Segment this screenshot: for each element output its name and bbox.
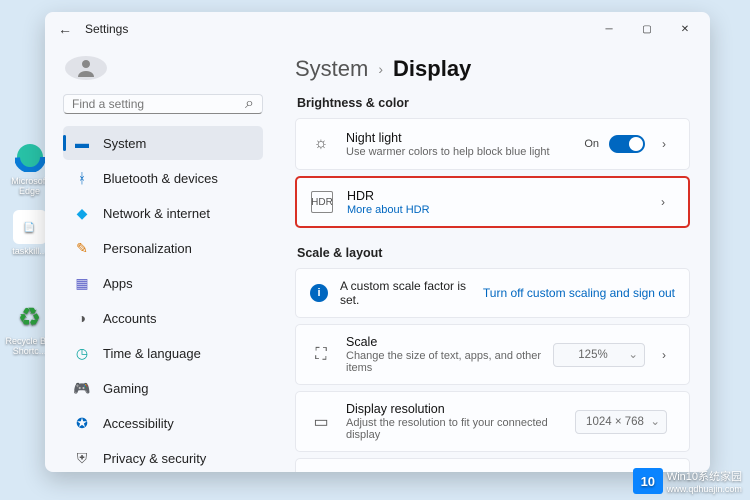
recycle-icon: ♻ — [13, 300, 47, 334]
section-brightness: Brightness & color — [297, 96, 690, 110]
hdr-link[interactable]: More about HDR — [347, 204, 652, 216]
search-icon: ⌕ — [245, 95, 254, 113]
nav-apps[interactable]: ▦Apps — [63, 266, 263, 300]
resolution-row[interactable]: ▭ Display resolution Adjust the resoluti… — [295, 391, 690, 452]
bluetooth-icon: ᚼ — [73, 169, 91, 187]
nav-accessibility[interactable]: ✪Accessibility — [63, 406, 263, 440]
main-content: System › Display Brightness & color ☼ Ni… — [275, 46, 710, 472]
chevron-right-icon: › — [653, 348, 675, 362]
nav-time[interactable]: ◷Time & language — [63, 336, 263, 370]
nightlight-sub: Use warmer colors to help block blue lig… — [346, 146, 584, 158]
accounts-icon: ◑ — [73, 309, 91, 327]
nightlight-state: On — [584, 138, 599, 150]
titlebar: ← Settings ─ ▢ ✕ — [45, 12, 710, 46]
sidebar: ⌕ ▬System ᚼBluetooth & devices ◆Network … — [45, 46, 275, 472]
scale-row[interactable]: ⛶ Scale Change the size of text, apps, a… — [295, 324, 690, 385]
chevron-right-icon: › — [378, 61, 383, 77]
scale-warning: i A custom scale factor is set. Turn off… — [295, 268, 690, 318]
window-title: Settings — [85, 22, 128, 36]
nightlight-title: Night light — [346, 131, 584, 145]
nightlight-icon: ☼ — [310, 133, 332, 155]
wifi-icon: ◆ — [73, 204, 91, 222]
nav-accounts[interactable]: ◑Accounts — [63, 301, 263, 335]
apps-icon: ▦ — [73, 274, 91, 292]
time-icon: ◷ — [73, 344, 91, 362]
settings-window: ← Settings ─ ▢ ✕ ⌕ ▬System ᚼBluetooth & … — [45, 12, 710, 472]
nightlight-toggle[interactable] — [609, 135, 645, 153]
scale-warning-link[interactable]: Turn off custom scaling and sign out — [483, 286, 675, 300]
watermark-url: www.qdhuajin.com — [667, 484, 742, 494]
nav-gaming[interactable]: 🎮Gaming — [63, 371, 263, 405]
search-input[interactable] — [72, 97, 245, 111]
breadcrumb-parent[interactable]: System — [295, 56, 368, 82]
search-box[interactable]: ⌕ — [63, 94, 263, 114]
scale-dropdown[interactable]: 125% — [553, 343, 645, 367]
scale-warning-text: A custom scale factor is set. — [340, 279, 483, 307]
orientation-row[interactable]: ◫ Display orientation Landscape — [295, 458, 690, 472]
gaming-icon: 🎮 — [73, 379, 91, 397]
section-scale: Scale & layout — [297, 246, 690, 260]
resolution-sub: Adjust the resolution to fit your connec… — [346, 417, 575, 441]
brush-icon: ✎ — [73, 239, 91, 257]
chevron-right-icon: › — [653, 137, 675, 151]
nav-network[interactable]: ◆Network & internet — [63, 196, 263, 230]
resolution-icon: ▭ — [310, 411, 332, 433]
nav-system[interactable]: ▬System — [63, 126, 263, 160]
shield-icon: ⛨ — [73, 449, 91, 467]
avatar[interactable] — [65, 56, 107, 80]
breadcrumb-current: Display — [393, 56, 471, 82]
chevron-right-icon: › — [652, 195, 674, 209]
maximize-button[interactable]: ▢ — [628, 15, 666, 43]
breadcrumb: System › Display — [295, 56, 690, 82]
system-icon: ▬ — [73, 134, 91, 152]
nav-personalization[interactable]: ✎Personalization — [63, 231, 263, 265]
nav-bluetooth[interactable]: ᚼBluetooth & devices — [63, 161, 263, 195]
watermark-logo: 10 — [633, 468, 663, 494]
watermark-brand: Win10系统家园 — [667, 468, 742, 484]
resolution-title: Display resolution — [346, 402, 575, 416]
nightlight-row[interactable]: ☼ Night light Use warmer colors to help … — [295, 118, 690, 170]
back-button[interactable]: ← — [51, 15, 79, 43]
watermark: 10 Win10系统家园 www.qdhuajin.com — [633, 468, 742, 494]
minimize-button[interactable]: ─ — [590, 15, 628, 43]
hdr-row[interactable]: HDR HDR More about HDR › — [295, 176, 690, 228]
edge-icon — [13, 140, 47, 174]
accessibility-icon: ✪ — [73, 414, 91, 432]
scale-sub: Change the size of text, apps, and other… — [346, 350, 553, 374]
resolution-dropdown[interactable]: 1024 × 768 — [575, 410, 667, 434]
scale-icon: ⛶ — [310, 344, 332, 366]
info-icon: i — [310, 284, 328, 302]
hdr-icon: HDR — [311, 191, 333, 213]
file-icon: 📄 — [13, 210, 47, 244]
nav-privacy[interactable]: ⛨Privacy & security — [63, 441, 263, 472]
close-button[interactable]: ✕ — [666, 15, 704, 43]
scale-title: Scale — [346, 335, 553, 349]
hdr-title: HDR — [347, 189, 652, 203]
